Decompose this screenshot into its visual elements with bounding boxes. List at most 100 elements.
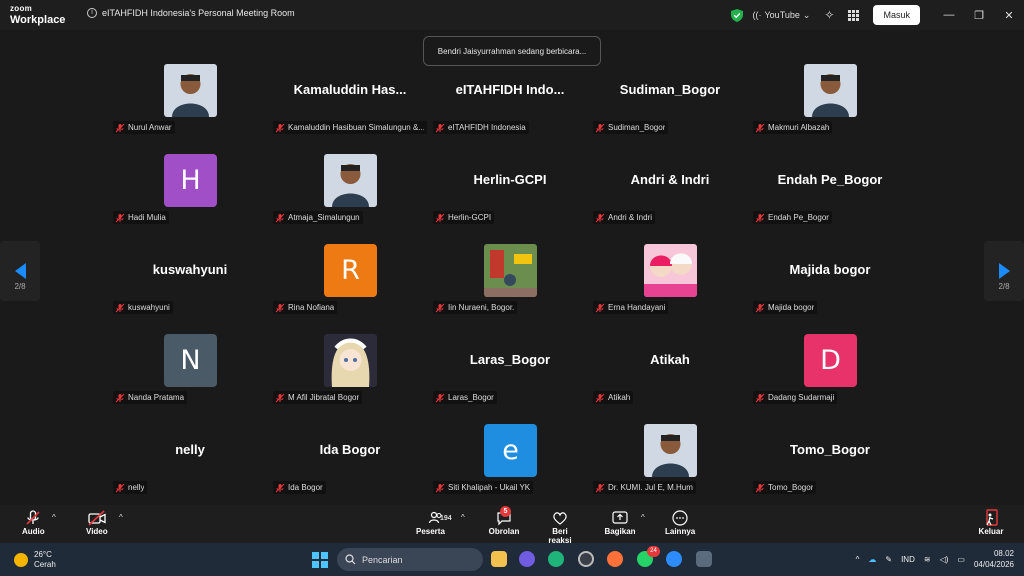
participant-tile[interactable]: M Afil Jibratal Bogor (273, 334, 427, 416)
participant-display-name: Majida bogor (789, 262, 871, 277)
participant-tile[interactable]: Dr. KUMI. Jul E, M.Hum (593, 424, 747, 506)
mic-muted-icon (435, 393, 445, 402)
chevron-down-icon: ⌄ (802, 9, 811, 20)
participant-tile[interactable]: kuswahyuni kuswahyuni (113, 244, 267, 326)
participant-name-label: Iin Nuraeni, Bogor. (433, 301, 518, 314)
participant-tile[interactable]: Tomo_Bogor Tomo_Bogor (753, 424, 907, 506)
temperature: 26°C (34, 550, 52, 559)
close-icon[interactable]: ✕ (994, 9, 1024, 22)
participant-name-label: Endah Pe_Bogor (753, 211, 832, 224)
participant-tile[interactable]: Ida Bogor Ida Bogor (273, 424, 427, 506)
participant-tile[interactable]: Iin Nuraeni, Bogor. (433, 244, 587, 326)
share-screen-icon (612, 511, 628, 524)
weather-widget[interactable]: 26°C Cerah (14, 550, 56, 570)
sign-in-button[interactable]: Masuk (873, 5, 920, 25)
participant-name: kuswahyuni (128, 303, 170, 312)
wifi-icon[interactable]: ≋ (924, 555, 931, 564)
shield-icon[interactable] (730, 8, 743, 22)
ai-companion-icon[interactable]: ✧ (824, 8, 834, 22)
firefox-icon[interactable] (607, 551, 623, 567)
obs-icon[interactable] (578, 551, 594, 567)
weather-condition: Cerah (34, 560, 56, 569)
participant-name: Siti Khalipah - Ukail YK (448, 483, 531, 492)
battery-icon[interactable]: ▭ (957, 555, 965, 564)
language-indicator[interactable]: IND (901, 555, 915, 564)
participant-tile[interactable]: nelly nelly (113, 424, 267, 506)
participant-tile[interactable]: eITAHFIDH Indo... eITAHFIDH Indonesia (433, 64, 587, 146)
zoom-taskbar-icon[interactable] (666, 551, 682, 567)
participant-count: 194 (440, 515, 452, 522)
info-icon[interactable]: i (87, 8, 97, 18)
chevron-up-icon[interactable]: ^ (856, 555, 860, 564)
restore-icon[interactable]: ❐ (964, 9, 994, 22)
participant-tile[interactable]: Kamaluddin Has... Kamaluddin Hasibuan Sim… (273, 64, 427, 146)
mic-muted-icon (755, 393, 765, 402)
minimize-icon[interactable]: — (934, 9, 964, 21)
brand-zoom: zoom (10, 4, 33, 13)
previous-page-button[interactable]: 2/8 (0, 241, 40, 301)
participant-tile[interactable]: Andri & Indri Andri & Indri (593, 154, 747, 236)
participant-tile[interactable]: Nurul Anwar (113, 64, 267, 146)
participant-name-label: nelly (113, 481, 148, 494)
participant-name: Makmuri Albazah (768, 123, 830, 132)
app-window-icon[interactable] (696, 551, 712, 567)
video-options-caret[interactable]: ^ (119, 513, 123, 522)
participant-tile[interactable]: N Nanda Pratama (113, 334, 267, 416)
share-button[interactable]: Bagikan (604, 509, 636, 536)
participant-tile[interactable]: Erna Handayani (593, 244, 747, 326)
participant-name-label: Andri & Indri (593, 211, 656, 224)
file-explorer-icon[interactable] (491, 551, 507, 567)
participant-name: nelly (128, 483, 145, 492)
meeting-info[interactable]: i eITAHFIDH Indonesia's Personal Meeting… (87, 8, 295, 18)
mic-muted-icon (275, 123, 285, 132)
youtube-stream-button[interactable]: ((· YouTube ⌄ (753, 10, 811, 21)
participant-name-label: Erna Handayani (593, 301, 669, 314)
participant-name-label: Nurul Anwar (113, 121, 175, 134)
mic-muted-icon (115, 303, 125, 312)
canva-icon[interactable] (519, 551, 535, 567)
participant-tile[interactable]: H Hadi Mulia (113, 154, 267, 236)
chat-button[interactable]: 5 Obrolan (487, 506, 521, 536)
clock-time: 08.02 (993, 549, 1014, 558)
participant-tile[interactable]: R Rina Nofiana (273, 244, 427, 326)
participant-tile[interactable]: Endah Pe_Bogor Endah Pe_Bogor (753, 154, 907, 236)
person-photo (804, 64, 857, 117)
participant-name: Dr. KUMI. Jul E, M.Hum (608, 483, 693, 492)
pen-icon[interactable]: ✎ (885, 555, 892, 564)
onedrive-icon[interactable]: ☁ (868, 555, 876, 564)
mic-muted-icon (115, 393, 125, 402)
participant-tile[interactable]: Atmaja_Simalungun (273, 154, 427, 236)
windows-start-icon[interactable] (312, 552, 328, 568)
whatsapp-icon[interactable]: 24 (637, 546, 660, 567)
participant-tile[interactable]: Sudiman_Bogor Sudiman_Bogor (593, 64, 747, 146)
arrow-left-icon (14, 263, 26, 279)
participant-tile[interactable]: e Siti Khalipah - Ukail YK (433, 424, 587, 506)
apps-grid-icon[interactable] (848, 9, 860, 21)
audio-button[interactable]: Audio (22, 509, 45, 536)
audio-options-caret[interactable]: ^ (52, 513, 56, 522)
leave-button[interactable]: Keluar (976, 509, 1006, 536)
participant-tile[interactable]: Atikah Atikah (593, 334, 747, 416)
share-options-caret[interactable]: ^ (641, 513, 645, 522)
mic-muted-icon (115, 483, 125, 492)
more-button[interactable]: Lainnya (665, 509, 695, 536)
participant-tile[interactable]: D Dadang Sudarmaji (753, 334, 907, 416)
participant-name-label: eITAHFIDH Indonesia (433, 121, 529, 134)
mic-muted-icon (595, 483, 605, 492)
participant-tile[interactable]: Majida bogor Majida bogor (753, 244, 907, 326)
participants-options-caret[interactable]: ^ (461, 513, 465, 522)
edge-icon[interactable] (548, 551, 564, 567)
participants-button[interactable]: 194 Peserta (416, 509, 456, 536)
reactions-button[interactable]: Beri reaksi (540, 509, 580, 545)
participant-tile[interactable]: Makmuri Albazah (753, 64, 907, 146)
next-page-button[interactable]: 2/8 (984, 241, 1024, 301)
taskbar-search[interactable]: Pencarian (337, 548, 483, 571)
speaker-icon[interactable]: ◁) (940, 555, 949, 564)
participant-name-label: Tomo_Bogor (753, 481, 817, 494)
participant-tile[interactable]: Laras_Bogor Laras_Bogor (433, 334, 587, 416)
letter-avatar: N (164, 334, 217, 387)
participant-tile[interactable]: Herlin-GCPI Herlin-GCPI (433, 154, 587, 236)
playground-photo (484, 244, 537, 297)
video-button[interactable]: Video (86, 509, 108, 536)
clock[interactable]: 08.02 04/04/2026 (974, 548, 1014, 570)
